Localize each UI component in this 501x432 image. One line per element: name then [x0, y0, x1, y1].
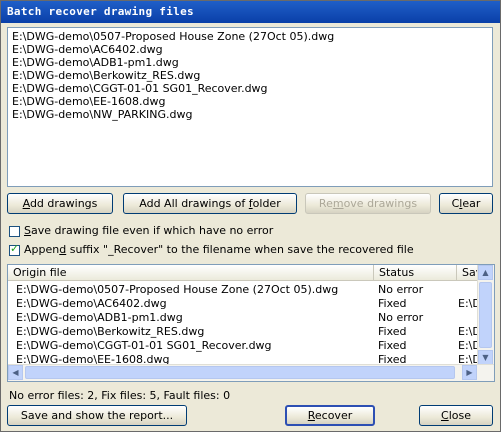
summary-text: No error files: 2, Fix files: 5, Fault f… — [9, 389, 231, 402]
batch-recover-dialog: Batch recover drawing files E:\DWG-demo\… — [0, 0, 501, 432]
row-origin-file: E:\DWG-demo\Berkowitz_RES.dwg — [16, 325, 205, 338]
window-title: Batch recover drawing files — [7, 5, 194, 18]
row-origin-file: E:\DWG-demo\CGGT-01-01 SG01_Recover.dwg — [16, 339, 272, 352]
title-bar[interactable]: Batch recover drawing files — [1, 1, 500, 23]
row-status: Fixed — [378, 339, 407, 352]
file-list-item[interactable]: E:\DWG-demo\ADB1-pm1.dwg — [12, 56, 179, 69]
scroll-up-icon[interactable]: ▲ — [478, 265, 493, 280]
row-origin-file: E:\DWG-demo\0507-Proposed House Zone (27… — [16, 283, 339, 296]
remove-drawings-button[interactable]: Remove drawings — [305, 193, 431, 214]
checkmark-icon: ✓ — [10, 242, 20, 255]
horizontal-scroll-thumb[interactable] — [25, 366, 455, 379]
column-header-status[interactable]: Status — [374, 265, 457, 281]
row-status: Fixed — [378, 325, 407, 338]
scroll-down-icon[interactable]: ▼ — [478, 350, 493, 365]
row-origin-file: E:\DWG-demo\ADB1-pm1.dwg — [16, 311, 183, 324]
file-list-item[interactable]: E:\DWG-demo\NW_PARKING.dwg — [12, 108, 192, 121]
results-list[interactable]: Origin file Status Save E:\DWG-demo\0507… — [7, 264, 495, 382]
append-suffix-label[interactable]: Append suffix "_Recover" to the filename… — [24, 243, 414, 256]
row-status: No error — [378, 311, 424, 324]
row-status: No error — [378, 283, 424, 296]
row-save-path: E:\D — [458, 325, 477, 338]
drawing-file-list[interactable]: E:\DWG-demo\0507-Proposed House Zone (27… — [7, 27, 493, 187]
row-status: Fixed — [378, 297, 407, 310]
save-no-error-checkbox[interactable] — [9, 226, 20, 237]
recover-button[interactable]: Recover — [285, 405, 375, 426]
file-list-item[interactable]: E:\DWG-demo\0507-Proposed House Zone (27… — [12, 30, 334, 43]
file-list-item[interactable]: E:\DWG-demo\EE-1608.dwg — [12, 95, 165, 108]
add-drawings-button[interactable]: Add drawings — [7, 193, 113, 214]
save-and-show-report-button[interactable]: Save and show the report... — [7, 405, 187, 426]
horizontal-scrollbar[interactable]: ◀ ▶ — [8, 364, 494, 381]
file-list-item[interactable]: E:\DWG-demo\CGGT-01-01 SG01_Recover.dwg — [12, 82, 268, 95]
clear-button[interactable]: Clear — [439, 193, 493, 214]
row-origin-file: E:\DWG-demo\AC6402.dwg — [16, 297, 167, 310]
file-list-item[interactable]: E:\DWG-demo\Berkowitz_RES.dwg — [12, 69, 200, 82]
row-save-path: E:\D — [458, 339, 477, 352]
vertical-scroll-thumb[interactable] — [479, 282, 492, 348]
save-no-error-label[interactable]: Save drawing file even if which have no … — [24, 224, 273, 237]
column-header-save[interactable]: Save — [457, 265, 478, 281]
column-header-origin-file[interactable]: Origin file — [8, 265, 374, 281]
row-save-path: E:\D — [458, 297, 477, 310]
vertical-scrollbar[interactable]: ▲ ▼ — [477, 265, 494, 365]
file-list-item[interactable]: E:\DWG-demo\AC6402.dwg — [12, 43, 163, 56]
append-suffix-checkbox[interactable]: ✓ — [9, 242, 20, 256]
close-button[interactable]: Close — [419, 405, 493, 426]
add-all-drawings-of-folder-button[interactable]: Add All drawings of folder — [123, 193, 297, 214]
scroll-right-icon[interactable]: ▶ — [462, 365, 477, 380]
scroll-left-icon[interactable]: ◀ — [8, 365, 23, 380]
